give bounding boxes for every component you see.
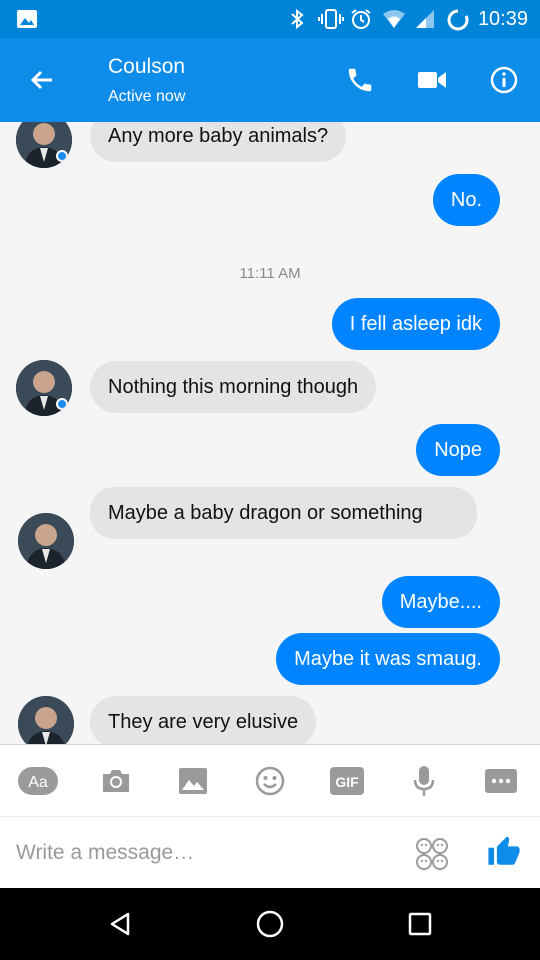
contact-avatar[interactable]: [18, 513, 74, 569]
square-recents-icon: [408, 912, 432, 936]
gallery-icon: [179, 768, 207, 794]
system-navigation-bar: [0, 888, 540, 960]
voice-clip-button[interactable]: [404, 763, 444, 799]
text-format-button[interactable]: Aa: [18, 763, 58, 799]
camera-icon: [103, 770, 129, 792]
conversation-header: Coulson Active now: [0, 38, 540, 122]
stickers-icon: [416, 838, 448, 870]
wifi-icon: [382, 8, 405, 30]
messenger-badge-icon: [56, 150, 68, 162]
message-composer: [0, 816, 540, 888]
emoji-icon: [255, 766, 285, 796]
contact-name[interactable]: Coulson: [108, 55, 185, 79]
contact-avatar[interactable]: [16, 360, 72, 416]
message-bubble-incoming[interactable]: Nothing this morning though: [90, 361, 377, 413]
phone-icon: [348, 68, 372, 92]
gif-icon: GIF: [330, 767, 364, 795]
message-bubble-outgoing[interactable]: I fell asleep idk: [331, 298, 500, 350]
message-list[interactable]: Any more baby animals? No. 11:11 AM I fe…: [0, 122, 540, 744]
messenger-badge-icon: [56, 398, 68, 410]
status-bar: 10:39: [0, 0, 540, 38]
vibrate-icon: [317, 8, 344, 30]
circle-home-icon: [256, 910, 284, 938]
message-bubble-outgoing[interactable]: Maybe....: [381, 576, 500, 628]
avatar-photo: [18, 513, 74, 569]
contact-avatar[interactable]: [18, 696, 74, 744]
message-bubble-outgoing[interactable]: No.: [432, 174, 500, 226]
contact-avatar[interactable]: [16, 122, 72, 168]
nav-back-button[interactable]: [100, 906, 140, 942]
more-options-button[interactable]: [481, 763, 521, 799]
alarm-icon: [350, 8, 372, 30]
microphone-icon: [413, 766, 435, 796]
conversation-info-button[interactable]: [484, 62, 524, 98]
like-button[interactable]: [484, 831, 524, 873]
message-bubble-incoming[interactable]: Maybe a baby dragon or something: [90, 487, 477, 539]
stickers-button[interactable]: [412, 835, 452, 873]
text-format-icon: Aa: [18, 767, 58, 795]
info-icon: [490, 66, 518, 94]
svg-text:GIF: GIF: [335, 774, 359, 790]
message-bubble-outgoing[interactable]: Maybe it was smaug.: [276, 633, 500, 685]
battery-icon: [446, 8, 469, 31]
gallery-button[interactable]: [173, 763, 213, 799]
bluetooth-icon: [286, 8, 308, 30]
svg-text:Aa: Aa: [28, 774, 48, 791]
nav-recents-button[interactable]: [400, 906, 440, 942]
triangle-back-icon: [110, 912, 130, 936]
composer-toolbar: Aa GIF: [0, 744, 540, 816]
voice-call-button[interactable]: [340, 62, 380, 98]
clock-time: 10:39: [477, 7, 528, 30]
image-notification-icon: [16, 8, 38, 30]
emoji-button[interactable]: [250, 763, 290, 799]
camera-button[interactable]: [96, 763, 136, 799]
back-button[interactable]: [22, 62, 62, 98]
message-bubble-outgoing[interactable]: Nope: [416, 424, 500, 476]
message-input[interactable]: [16, 833, 386, 873]
thumbs-up-icon: [488, 836, 520, 865]
message-timestamp: 11:11 AM: [239, 265, 301, 282]
avatar-photo: [18, 696, 74, 744]
back-arrow-icon: [30, 70, 52, 90]
gif-button[interactable]: GIF: [327, 763, 367, 799]
message-bubble-incoming[interactable]: They are very elusive: [90, 696, 317, 744]
video-call-button[interactable]: [412, 62, 452, 98]
more-icon: [485, 769, 517, 793]
contact-status: Active now: [108, 88, 186, 105]
signal-icon: [414, 8, 436, 30]
video-camera-icon: [418, 72, 446, 88]
message-bubble-incoming[interactable]: Any more baby animals?: [90, 122, 347, 162]
nav-home-button[interactable]: [250, 906, 290, 942]
